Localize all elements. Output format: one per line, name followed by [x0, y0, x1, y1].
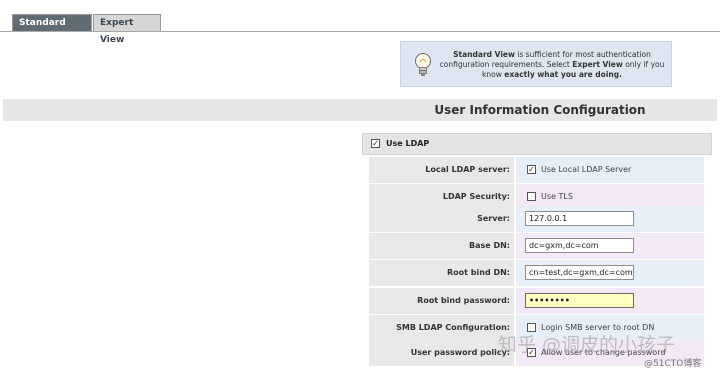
- view-tabs: Standard View Expert View: [12, 14, 161, 45]
- watermark: 知乎 @调皮的小孩子: [498, 334, 676, 356]
- row-label: User password policy:: [369, 340, 514, 366]
- info-text: Standard View is sufficient for most aut…: [439, 50, 665, 80]
- row-label: Root bind password:: [369, 288, 514, 314]
- row-value: ••••••••: [516, 288, 704, 314]
- section-title: User Information Configuration: [434, 103, 646, 117]
- lightbulb-icon: [415, 53, 431, 76]
- section-title-bar: User Information Configuration: [3, 99, 717, 121]
- row-label: Root bind DN:: [369, 260, 514, 286]
- row-value: cn=test,dc=gxm,dc=com: [516, 260, 704, 286]
- info-box: Standard View is sufficient for most aut…: [400, 41, 672, 87]
- row-value: dc=gxm,dc=com: [516, 233, 704, 259]
- use-ldap-bar: ✓ Use LDAP: [362, 133, 712, 155]
- row-server: Server: 127.0.0.1: [369, 206, 704, 232]
- base-dn-input[interactable]: dc=gxm,dc=com: [525, 238, 634, 253]
- row-value: ✓ Use Local LDAP Server: [516, 157, 704, 183]
- local-ldap-checkbox[interactable]: ✓: [527, 165, 536, 174]
- row-local-ldap-server: Local LDAP server: ✓ Use Local LDAP Serv…: [369, 157, 704, 183]
- local-ldap-option-label: Use Local LDAP Server: [541, 165, 632, 174]
- row-root-bind-dn: Root bind DN: cn=test,dc=gxm,dc=com: [369, 260, 704, 286]
- row-label: Base DN:: [369, 233, 514, 259]
- use-tls-checkbox[interactable]: [527, 192, 536, 201]
- row-root-bind-password: Root bind password: ••••••••: [369, 288, 704, 314]
- root-bind-password-input[interactable]: ••••••••: [525, 293, 634, 308]
- row-label: Server:: [369, 206, 514, 232]
- info-strong-expert: Expert View: [572, 60, 623, 69]
- row-base-dn: Base DN: dc=gxm,dc=com: [369, 233, 704, 259]
- row-value: 127.0.0.1: [516, 206, 704, 232]
- info-strong-standard: Standard View: [453, 50, 515, 59]
- info-strong-exact: exactly what you are doing.: [504, 70, 622, 79]
- root-bind-dn-input[interactable]: cn=test,dc=gxm,dc=com: [525, 265, 634, 280]
- tab-divider: [0, 31, 720, 32]
- tab-standard-view[interactable]: Standard View: [12, 14, 92, 45]
- row-label: Local LDAP server:: [369, 157, 514, 183]
- server-input[interactable]: 127.0.0.1: [525, 211, 634, 226]
- use-ldap-label: Use LDAP: [386, 139, 430, 148]
- watermark-source: @51CTO博客: [644, 359, 702, 369]
- tab-expert-view[interactable]: Expert View: [93, 14, 161, 45]
- row-label: SMB LDAP Configuration:: [369, 315, 514, 341]
- use-ldap-checkbox[interactable]: ✓: [371, 139, 380, 148]
